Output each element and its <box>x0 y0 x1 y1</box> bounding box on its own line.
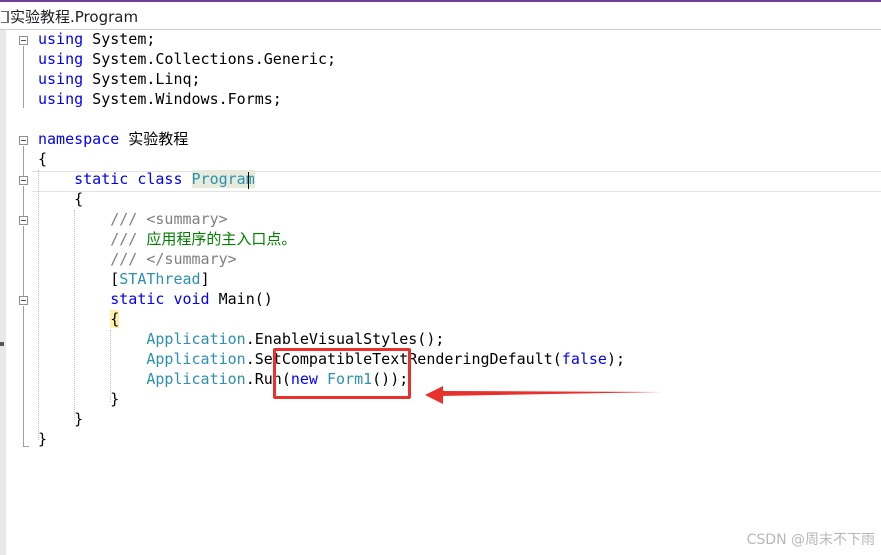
arrow-shaft <box>440 391 662 396</box>
watermark: CSDN @周末不下雨 <box>746 532 875 548</box>
annotation-arrow <box>425 386 662 404</box>
arrow-head <box>425 386 443 404</box>
